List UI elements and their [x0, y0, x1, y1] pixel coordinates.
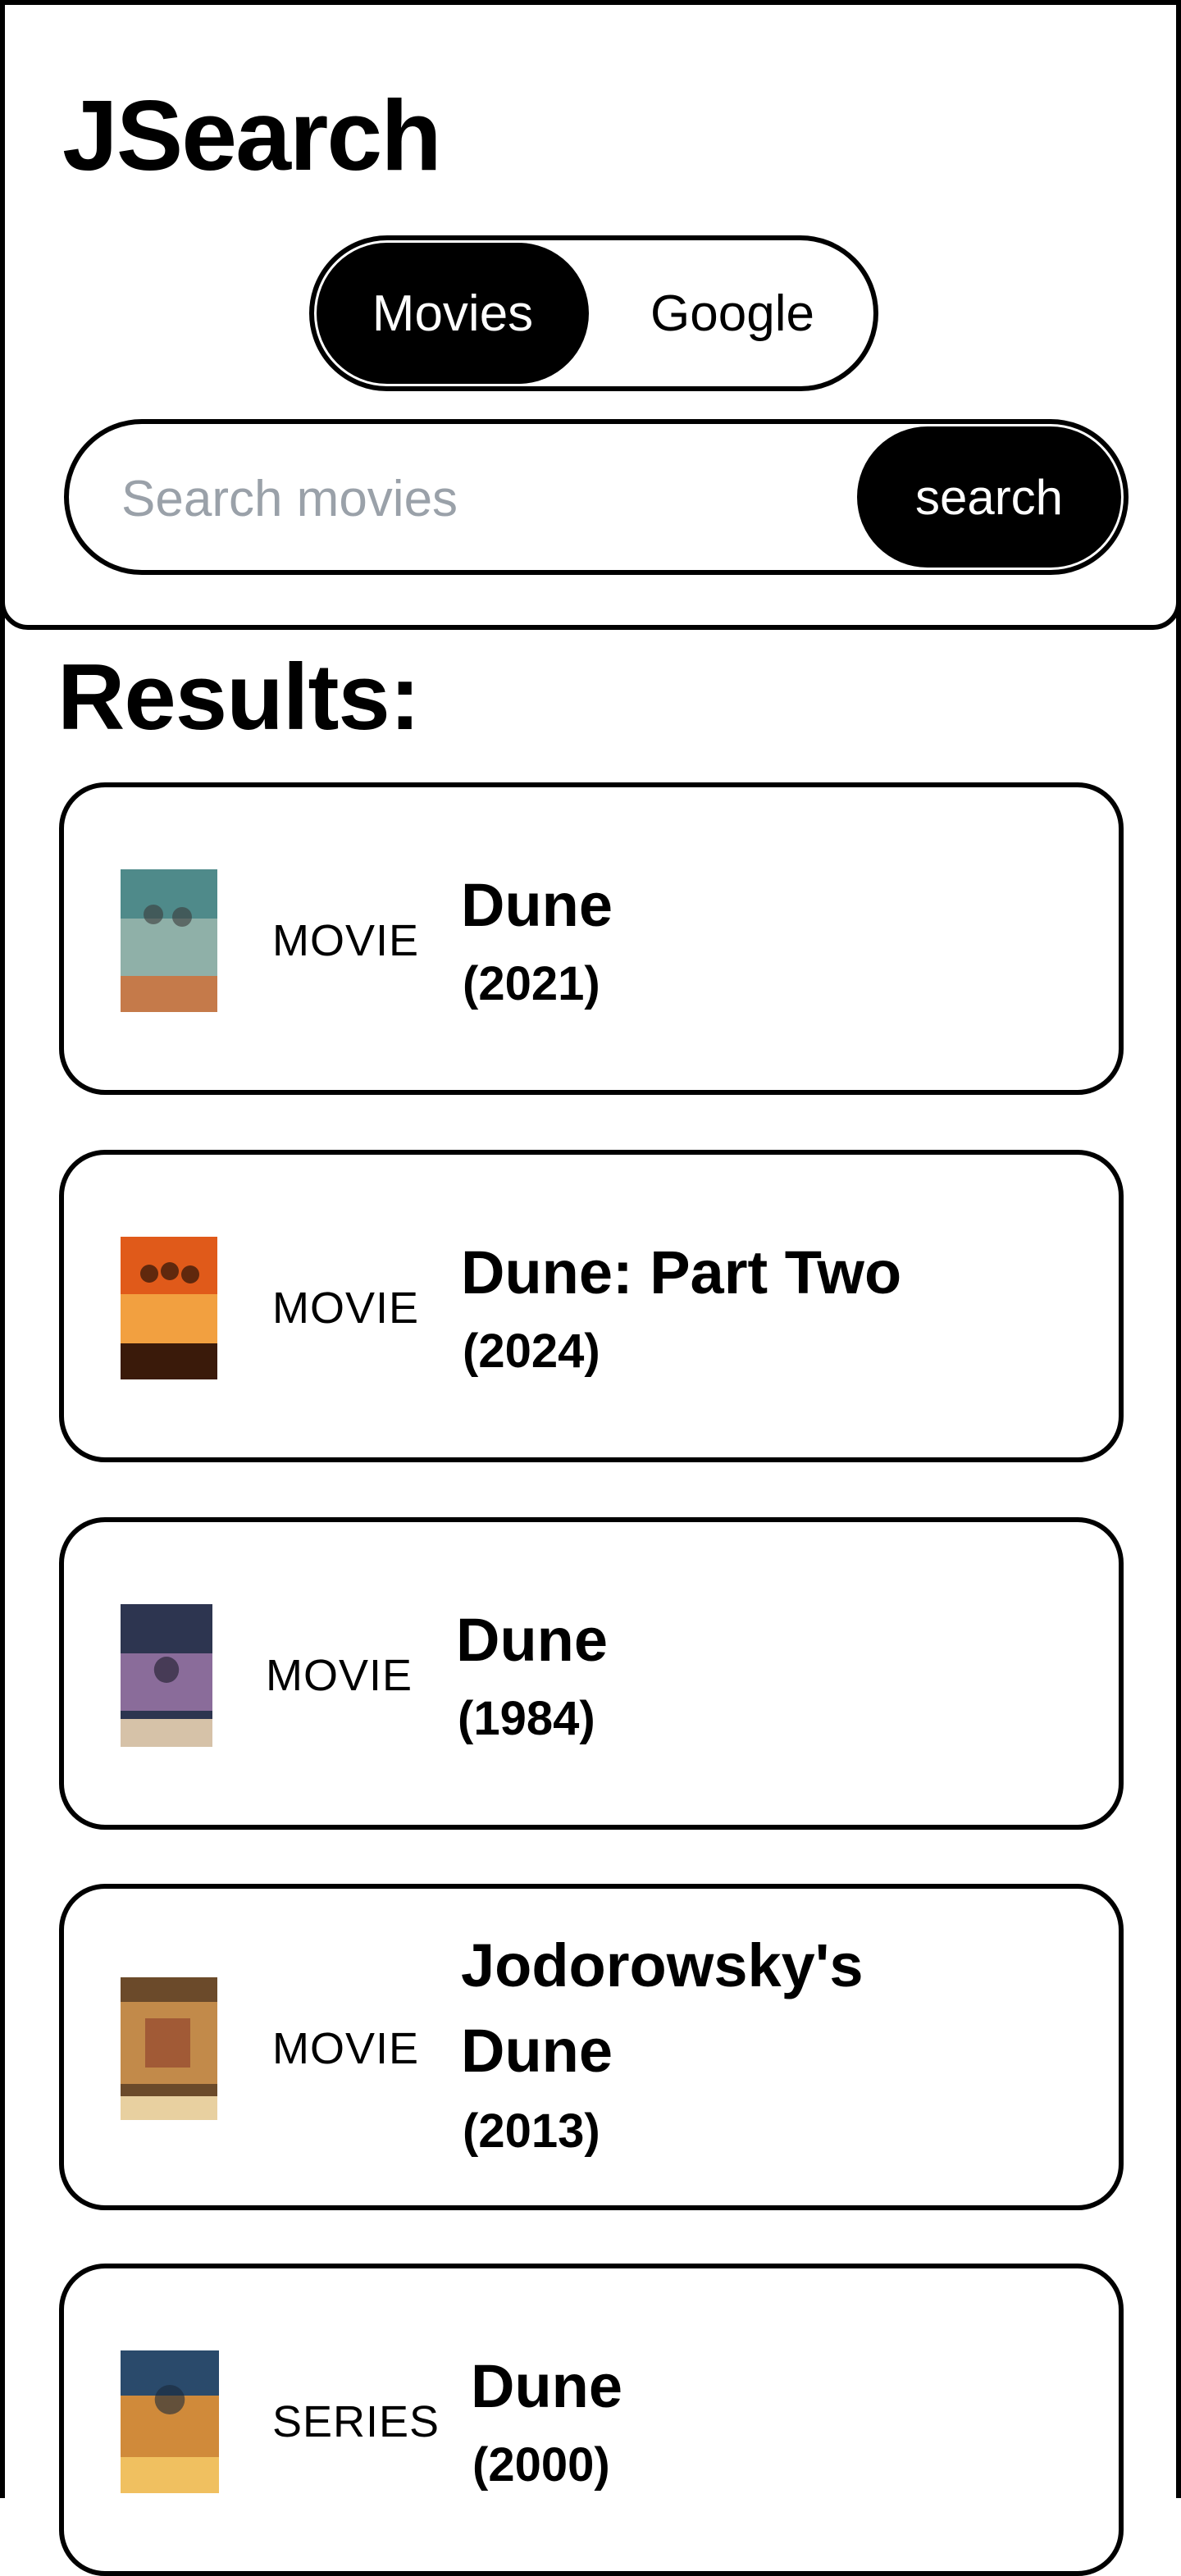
movie-poster — [121, 1237, 217, 1379]
poster-band — [121, 1294, 217, 1343]
result-card[interactable]: SERIES Dune (2000) — [59, 2264, 1124, 2576]
movie-poster — [121, 1977, 217, 2120]
movie-year: (1984) — [458, 1692, 595, 1745]
media-type-label: MOVIE — [266, 1651, 413, 1700]
media-type-label: MOVIE — [272, 1283, 420, 1333]
movie-title: Jodorowsky's Dune — [461, 1931, 864, 2085]
result-card[interactable]: MOVIE Dune (2021) — [59, 782, 1124, 1095]
media-type-label: MOVIE — [272, 916, 420, 965]
movie-poster — [121, 869, 217, 1012]
poster-footer — [121, 1343, 217, 1379]
search-bar: search — [64, 419, 1129, 575]
movie-poster — [121, 1604, 212, 1747]
result-card[interactable]: MOVIE Dune (1984) — [59, 1517, 1124, 1830]
result-card[interactable]: MOVIE Jodorowsky's Dune (2013) — [59, 1884, 1124, 2210]
results-heading: Results: — [57, 645, 421, 750]
poster-footer — [121, 976, 217, 1012]
media-type-label: SERIES — [272, 2397, 440, 2446]
movie-title: Dune — [461, 871, 613, 939]
poster-footer — [121, 2096, 217, 2120]
movie-year: (2000) — [472, 2438, 610, 2492]
movie-poster — [121, 2350, 219, 2493]
search-input[interactable] — [120, 457, 837, 540]
movie-year: (2021) — [463, 957, 600, 1010]
result-card[interactable]: MOVIE Dune: Part Two (2024) — [59, 1150, 1124, 1462]
poster-band — [121, 919, 217, 976]
movie-year: (2024) — [463, 1324, 600, 1378]
media-type-label: MOVIE — [272, 2024, 420, 2073]
movie-title: Dune — [471, 2352, 622, 2420]
toggle-movies[interactable]: Movies — [317, 243, 589, 384]
poster-footer — [121, 1719, 212, 1747]
toggle-google[interactable]: Google — [597, 243, 868, 384]
mode-toggle[interactable]: Movies Google — [309, 235, 878, 391]
header-panel: JSearch Movies Google search — [0, 0, 1181, 630]
search-button[interactable]: search — [857, 426, 1121, 568]
app-title: JSearch — [62, 80, 442, 191]
movie-title: Dune — [456, 1606, 608, 1674]
movie-title: Dune: Part Two — [461, 1238, 902, 1306]
movie-year: (2013) — [463, 2104, 600, 2158]
poster-footer — [121, 2457, 219, 2493]
